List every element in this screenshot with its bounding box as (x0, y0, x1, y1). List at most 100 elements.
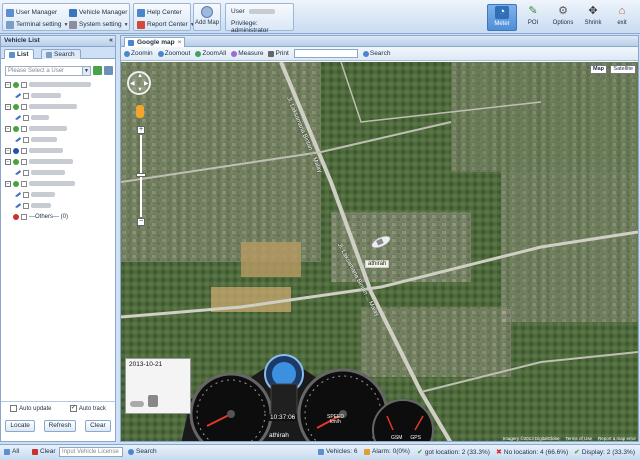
refresh-button[interactable]: Refresh (43, 420, 77, 432)
report-error-link[interactable]: Report a map error (598, 436, 636, 441)
add-map-button[interactable]: Add Map (193, 3, 221, 31)
clear-button[interactable]: Clear (85, 420, 111, 432)
node-checkbox[interactable] (21, 180, 27, 187)
node-checkbox[interactable] (21, 147, 27, 154)
chevron-down-icon: ▼ (123, 21, 129, 28)
tree-node[interactable] (5, 189, 113, 200)
node-checkbox[interactable] (23, 202, 29, 209)
zoom-slider-thumb[interactable] (136, 173, 146, 177)
measure-button[interactable]: Measure (231, 50, 263, 57)
report-center-button[interactable]: Report Center ▼ (137, 19, 195, 30)
node-checkbox[interactable] (23, 136, 29, 143)
collapse-icon[interactable]: « (109, 37, 113, 44)
collapse-toggle-icon[interactable]: − (5, 158, 11, 165)
zoom-in-icon[interactable]: + (137, 126, 145, 134)
node-checkbox[interactable] (23, 169, 29, 176)
node-checkbox[interactable] (21, 125, 27, 132)
shrink-button[interactable]: ✥ Shrink (578, 4, 608, 31)
pan-down-icon[interactable]: ▼ (137, 87, 143, 93)
alarm-count: Alarm: 0(0%) (364, 448, 410, 455)
tree-node[interactable]: − (5, 101, 113, 112)
pan-left-icon[interactable]: ◀ (130, 80, 135, 87)
zoom-out-icon[interactable]: − (137, 218, 145, 226)
vehicle-license-input[interactable]: Input Vehicle License (59, 447, 123, 457)
tree-node[interactable]: − (5, 145, 113, 156)
node-checkbox[interactable] (23, 191, 29, 198)
gsm-label: GSM (391, 435, 403, 441)
terms-link[interactable]: Terms of Use (565, 436, 592, 441)
filter-icon[interactable] (104, 66, 113, 75)
pan-up-icon[interactable]: ▲ (137, 73, 143, 79)
print-button[interactable]: Print (268, 50, 289, 57)
tree-node[interactable] (5, 112, 113, 123)
vehicle-map-label[interactable]: athirah (365, 260, 390, 268)
globe-icon (201, 6, 213, 18)
options-button[interactable]: ⚙ Options (548, 4, 578, 31)
auto-update-checkbox[interactable]: Auto update (10, 405, 52, 412)
node-checkbox[interactable] (23, 114, 29, 121)
tree-node-others[interactable]: ---Others--- (0) (5, 211, 113, 222)
tree-node[interactable] (5, 90, 113, 101)
collapse-toggle-icon[interactable]: − (5, 103, 11, 110)
vehicle-count-icon (318, 448, 324, 455)
tab-search[interactable]: Search (41, 49, 81, 59)
map-canvas[interactable]: Map Satellite ▲ ▼ ◀ ▶ + − Jl. Laksamana … (121, 62, 638, 441)
group-icon (13, 158, 19, 165)
node-checkbox[interactable] (21, 81, 27, 88)
user-manager-button[interactable]: User Manager (6, 7, 57, 18)
collapse-toggle-icon[interactable]: − (5, 147, 11, 154)
node-checkbox[interactable] (21, 158, 27, 165)
tree-node[interactable]: − (5, 178, 113, 189)
close-icon[interactable]: × (178, 39, 182, 46)
tree-node[interactable]: − (5, 79, 113, 90)
refresh-users-icon[interactable] (93, 66, 102, 75)
terminal-setting-button[interactable]: Terminal setting ▼ (6, 19, 68, 30)
collapse-toggle-icon[interactable]: − (5, 81, 11, 88)
tree-node[interactable] (5, 200, 113, 211)
tab-list[interactable]: List (4, 49, 34, 59)
locate-button[interactable]: Locate (5, 420, 35, 432)
collapse-toggle-icon[interactable]: − (5, 180, 11, 187)
map-type-map[interactable]: Map (590, 65, 607, 74)
node-checkbox[interactable] (21, 213, 27, 220)
node-checkbox[interactable] (21, 103, 27, 110)
status-search-button[interactable]: Search (128, 448, 157, 455)
poi-button[interactable]: ✎ POI (518, 4, 548, 31)
map-search-button[interactable]: Search (362, 50, 390, 57)
pan-control[interactable]: ▲ ▼ ◀ ▶ (127, 71, 151, 95)
zoomout-button[interactable]: Zoomout (157, 50, 190, 57)
tree-node[interactable]: − (5, 123, 113, 134)
street-view-pegman-icon[interactable] (136, 105, 144, 118)
select-all-button[interactable]: All (4, 448, 19, 455)
vehicle-list-panel: Vehicle List « List Search Please Select… (0, 35, 116, 442)
chevron-down-icon: ▼ (63, 21, 69, 28)
tree-node[interactable] (5, 167, 113, 178)
search-icon (46, 51, 52, 58)
tree-node[interactable] (5, 134, 113, 145)
gps-label: GPS (410, 435, 421, 441)
zoomin-icon (124, 50, 130, 57)
help-center-button[interactable]: Help Center (137, 7, 182, 18)
vehicle-marker-icon[interactable] (370, 236, 392, 248)
alarm-icon (364, 448, 370, 455)
vehicle-manager-button[interactable]: Vehicle Manager (69, 7, 127, 18)
zoomin-button[interactable]: Zoomin (124, 50, 153, 57)
system-setting-button[interactable]: System setting ▼ (69, 19, 129, 30)
user-select[interactable]: Please Select a User ▼ (5, 66, 91, 76)
pan-right-icon[interactable]: ▶ (144, 80, 149, 87)
tab-google-map[interactable]: Google map × (124, 37, 186, 47)
collapse-toggle-icon[interactable]: − (5, 125, 11, 132)
clear-selection-button[interactable]: Clear (32, 448, 56, 455)
exit-button[interactable]: ⌂ exit (607, 4, 637, 31)
options-icon: ⚙ (558, 5, 568, 17)
map-search-input[interactable] (293, 49, 358, 58)
check-icon: ✓ (69, 405, 77, 412)
zoomall-button[interactable]: ZoomAll (195, 50, 226, 57)
select-all-icon (4, 448, 10, 455)
tree-node[interactable]: − (5, 156, 113, 167)
auto-track-checkbox[interactable]: ✓ Auto track (69, 405, 106, 412)
node-checkbox[interactable] (23, 92, 29, 99)
map-type-satellite[interactable]: Satellite (610, 65, 636, 74)
meter-button[interactable]: ◔ Meter (487, 4, 517, 31)
got-location-count: ✔ got location: 2 (33.3%) (417, 448, 490, 457)
